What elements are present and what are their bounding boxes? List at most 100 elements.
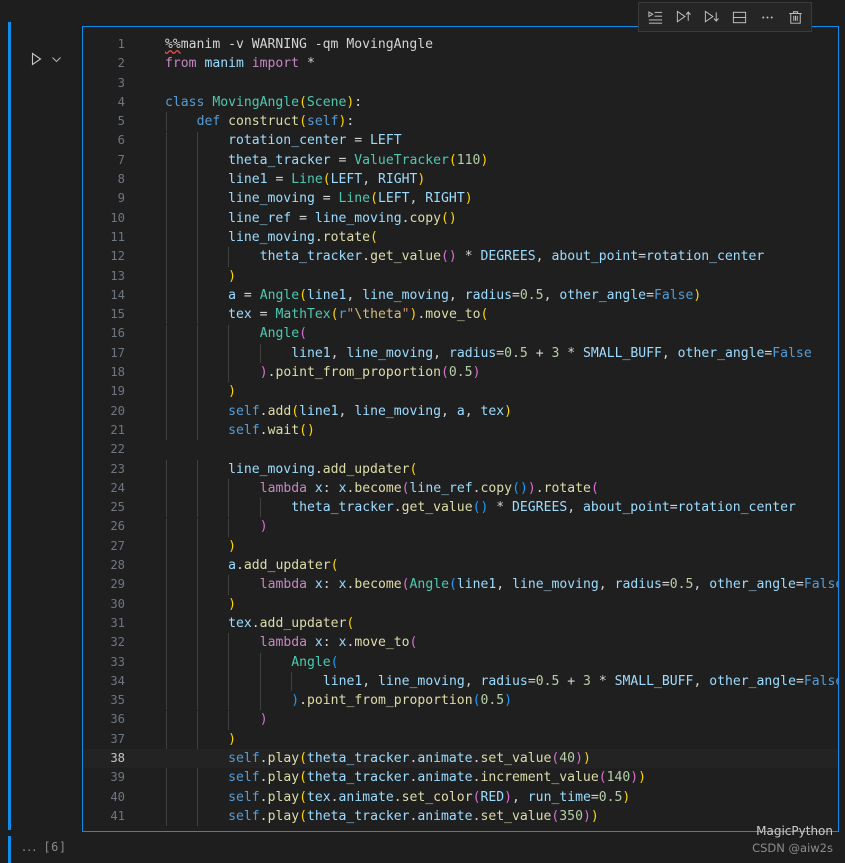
code-line[interactable]: 7 theta_tracker = ValueTracker(110): [83, 151, 838, 170]
run-above-icon: [676, 9, 691, 23]
line-number: 39: [110, 770, 125, 785]
cell-run-gutter: [6]: [11, 22, 82, 854]
code-text: ).point_from_proportion(0.5): [291, 693, 513, 709]
run-by-line-button[interactable]: [641, 4, 669, 30]
watermark: CSDN @aiw2s: [752, 841, 833, 855]
code-line[interactable]: 2 from manim import *: [83, 54, 838, 73]
ellipsis-icon: [761, 16, 773, 18]
code-line[interactable]: 37 ): [83, 730, 838, 749]
code-line[interactable]: 18 ).point_from_proportion(0.5): [83, 363, 838, 382]
code-line[interactable]: 12 theta_tracker.get_value() * DEGREES, …: [83, 247, 838, 266]
code-text: %%manim -v WARNING -qm MovingAngle: [165, 37, 434, 52]
line-number: 34: [110, 673, 125, 688]
code-line[interactable]: 9 line_moving = Line(LEFT, RIGHT): [83, 189, 838, 208]
code-line[interactable]: 6 rotation_center = LEFT: [83, 131, 838, 150]
code-line[interactable]: 8 line1 = Line(LEFT, RIGHT): [83, 170, 838, 189]
trash-icon: [788, 10, 802, 24]
cell-editor-container[interactable]: 1 %%manim -v WARNING -qm MovingAngle 2 from…: [82, 26, 839, 832]
line-number: 27: [110, 538, 125, 553]
code-line[interactable]: 26 ): [83, 517, 838, 536]
execute-above-button[interactable]: [669, 4, 697, 30]
split-cell-button[interactable]: [725, 4, 753, 30]
code-line[interactable]: 22: [83, 440, 838, 459]
code-text: line_ref = line_moving.copy(): [228, 210, 457, 226]
code-line[interactable]: 16 Angle(: [83, 324, 838, 343]
execute-below-button[interactable]: [697, 4, 725, 30]
code-text: class MovingAngle(Scene):: [165, 94, 363, 110]
code-text: ): [228, 731, 237, 747]
code-text: Angle(: [259, 326, 307, 342]
code-text: line1, line_moving, radius=0.5 + 3 * SMA…: [291, 345, 812, 361]
code-line[interactable]: 14 a = Angle(line1, line_moving, radius=…: [83, 286, 838, 305]
line-number: 29: [110, 577, 125, 592]
code-line[interactable]: 20 self.add(line1, line_moving, a, tex): [83, 402, 838, 421]
line-number: 25: [110, 500, 125, 515]
code-line[interactable]: 32 lambda x: x.move_to(: [83, 633, 838, 652]
code-text: lambda x: x.become(line_ref.copy()).rota…: [259, 480, 599, 496]
code-line[interactable]: 11 line_moving.rotate(: [83, 228, 838, 247]
code-text: rotation_center = LEFT: [228, 133, 402, 149]
play-triangle-icon: [31, 52, 42, 66]
cell-language-mode[interactable]: MagicPython: [756, 824, 833, 838]
code-text: line_moving.add_updater(: [228, 461, 418, 477]
code-text: self.play(theta_tracker.animate.set_valu…: [228, 808, 599, 824]
line-number: 9: [117, 191, 125, 206]
code-line[interactable]: 25 theta_tracker.get_value() * DEGREES, …: [83, 498, 838, 517]
code-line[interactable]: 1 %%manim -v WARNING -qm MovingAngle: [83, 35, 838, 54]
line-number: 19: [110, 384, 125, 399]
code-line[interactable]: 40 self.play(tex.animate.set_color(RED),…: [83, 788, 838, 807]
line-number: 40: [110, 789, 125, 804]
cell-run-options-button[interactable]: [49, 52, 63, 66]
line-number: 7: [117, 152, 125, 167]
code-line[interactable]: 15 tex = MathTex(r"\theta").move_to(: [83, 305, 838, 324]
code-line[interactable]: 23 line_moving.add_updater(: [83, 460, 838, 479]
code-line[interactable]: 28 a.add_updater(: [83, 556, 838, 575]
code-line[interactable]: 10 line_ref = line_moving.copy(): [83, 209, 838, 228]
code-text: Angle(: [291, 654, 339, 670]
code-line[interactable]: 5 def construct(self):: [83, 112, 838, 131]
code-line[interactable]: 3: [83, 74, 838, 93]
more-actions-button[interactable]: [753, 4, 781, 30]
next-cell-ellipsis[interactable]: ...: [22, 841, 37, 854]
code-text: tex.add_updater(: [228, 615, 355, 631]
code-line[interactable]: 27 ): [83, 537, 838, 556]
run-cell-button[interactable]: [27, 50, 45, 68]
code-line[interactable]: 13 ): [83, 267, 838, 286]
line-number: 8: [117, 172, 125, 187]
run-by-line-icon: [647, 10, 662, 24]
code-line[interactable]: 34 line1, line_moving, radius=0.5 + 3 * …: [83, 672, 838, 691]
line-number: 17: [110, 345, 125, 360]
code-text: a = Angle(line1, line_moving, radius=0.5…: [228, 287, 702, 303]
code-text: lambda x: x.become(Angle(line1, line_mov…: [259, 577, 838, 593]
code-line[interactable]: 31 tex.add_updater(: [83, 614, 838, 633]
code-line[interactable]: 38 self.play(theta_tracker.animate.set_v…: [83, 748, 838, 769]
line-number: 31: [110, 615, 125, 630]
line-number: 13: [110, 268, 125, 283]
line-number: 37: [110, 731, 125, 746]
code-text: line_moving.rotate(: [228, 229, 378, 245]
delete-cell-button[interactable]: [781, 4, 809, 30]
code-text: lambda x: x.move_to(: [259, 635, 418, 651]
code-line[interactable]: 17 line1, line_moving, radius=0.5 + 3 * …: [83, 344, 838, 363]
code-line-list: 1 %%manim -v WARNING -qm MovingAngle 2 from…: [83, 35, 838, 826]
code-line[interactable]: 39 self.play(theta_tracker.animate.incre…: [83, 768, 838, 787]
code-text: tex = MathTex(r"\theta").move_to(: [228, 307, 489, 323]
code-line[interactable]: 41 self.play(theta_tracker.animate.set_v…: [83, 807, 838, 826]
code-text: self.play(tex.animate.set_color(RED), ru…: [228, 789, 631, 805]
code-line[interactable]: 33 Angle(: [83, 653, 838, 672]
code-line[interactable]: 4 class MovingAngle(Scene):: [83, 93, 838, 112]
code-editor[interactable]: 1 %%manim -v WARNING -qm MovingAngle 2 from…: [83, 27, 838, 831]
code-line[interactable]: 21 self.wait(): [83, 421, 838, 440]
code-line[interactable]: 35 ).point_from_proportion(0.5): [83, 691, 838, 710]
code-line[interactable]: 19 ): [83, 382, 838, 401]
code-text: self.play(theta_tracker.animate.incremen…: [228, 770, 647, 786]
code-line[interactable]: 36 ): [83, 710, 838, 729]
code-line[interactable]: 29 lambda x: x.become(Angle(line1, line_…: [83, 575, 838, 594]
code-line[interactable]: 30 ): [83, 595, 838, 614]
code-text: ): [228, 384, 237, 400]
notebook-cell-view: [6] 1 %%manim -v WARNING -qm MovingAngle 2…: [0, 0, 845, 863]
code-text: line1 = Line(LEFT, RIGHT): [228, 172, 426, 188]
code-line[interactable]: 24 lambda x: x.become(line_ref.copy()).r…: [83, 479, 838, 498]
code-text: self.add(line1, line_moving, a, tex): [228, 403, 513, 419]
code-text: ): [259, 712, 268, 728]
